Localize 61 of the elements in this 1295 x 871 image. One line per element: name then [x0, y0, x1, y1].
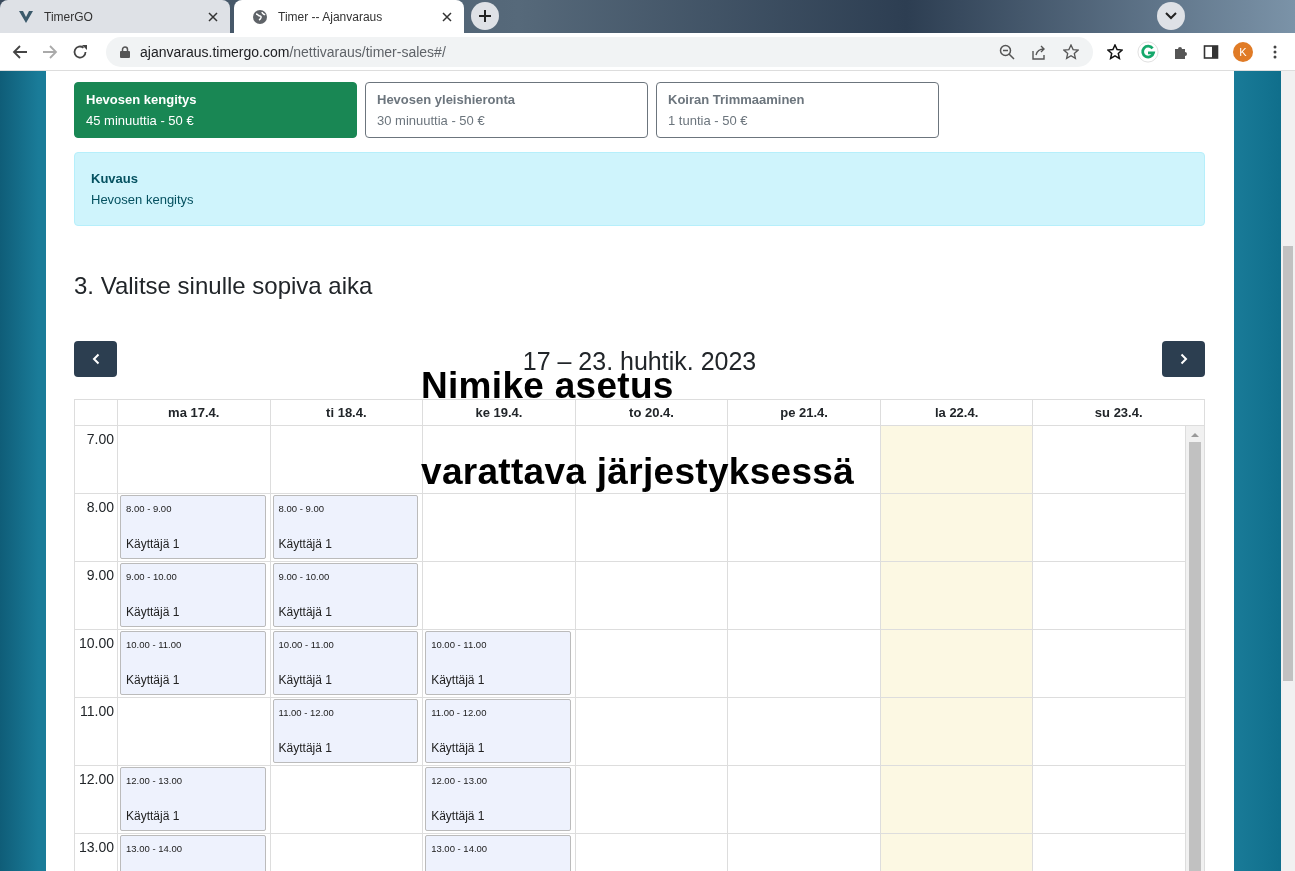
address-bar[interactable]: ajanvaraus.timergo.com/nettivaraus/timer-sales#/: [106, 36, 1093, 67]
time-label: 7.00: [75, 426, 118, 493]
booking-slot[interactable]: 13.00 - 14.00: [425, 835, 571, 871]
tab-search-button[interactable]: [1157, 2, 1185, 30]
service-card[interactable]: Hevosen yleishieronta 30 minuuttia - 50 €: [365, 82, 648, 138]
previous-button[interactable]: [74, 341, 117, 377]
time-label: 8.00: [75, 494, 118, 561]
star-icon[interactable]: [1063, 43, 1079, 60]
browser-tab[interactable]: TimerGO: [0, 0, 230, 33]
plus-icon: [479, 10, 491, 22]
scrollbar-drawing[interactable]: [1186, 426, 1204, 871]
chevron-right-icon: [1179, 353, 1188, 365]
v-logo-icon: [18, 8, 34, 25]
service-card[interactable]: Koiran Trimmaaminen 1 tuntia - 50 €: [656, 82, 939, 138]
page-scrollbar-drawing[interactable]: [1281, 71, 1295, 871]
booking-slot[interactable]: 11.00 - 12.00 Käyttäjä 1: [425, 699, 571, 763]
step-heading: 3. Valitse sinulle sopiva aika: [74, 271, 374, 301]
day-header: la 22.4.: [880, 400, 1034, 425]
booking-slot[interactable]: 8.00 - 9.00 Käyttäjä 1: [120, 495, 266, 559]
zoom-out-icon[interactable]: [999, 43, 1015, 60]
booking-slot[interactable]: 12.00 - 13.00 Käyttäjä 1: [120, 767, 266, 831]
share-icon[interactable]: [1031, 43, 1047, 60]
description-title: Kuvaus: [91, 171, 139, 186]
overlay-caption: varattava järjestyksessä: [421, 451, 855, 493]
booking-slot[interactable]: 11.00 - 12.00 Käyttäjä 1: [272, 699, 419, 763]
description-text: Hevosen kengitys: [91, 192, 195, 207]
url-text: ajanvaraus.timergo.com/nettivaraus/timer-sales#/: [140, 43, 446, 60]
globe-icon: [252, 8, 268, 25]
booking-slot[interactable]: 10.00 - 11.00 Käyttäjä 1: [425, 631, 571, 695]
time-label: 9.00: [75, 562, 118, 629]
day-header: pe 21.4.: [728, 400, 881, 425]
extension-g-icon[interactable]: [1137, 40, 1159, 63]
time-label: 13.00: [75, 834, 118, 871]
booking-slot[interactable]: 9.00 - 10.00 Käyttäjä 1: [120, 563, 266, 627]
back-arrow-icon[interactable]: [12, 43, 28, 60]
day-header: ma 17.4.: [118, 400, 271, 425]
next-button[interactable]: [1162, 341, 1205, 377]
booking-slot[interactable]: 10.00 - 11.00 Käyttäjä 1: [120, 631, 266, 695]
booking-slot[interactable]: 13.00 - 14.00: [120, 835, 266, 871]
booking-slot[interactable]: 8.00 - 9.00 Käyttäjä 1: [272, 495, 419, 559]
day-header: to 20.4.: [575, 400, 729, 425]
close-icon[interactable]: [208, 11, 218, 22]
lock-icon: [120, 45, 130, 58]
day-header: su 23.4.: [1093, 404, 1144, 422]
side-panel-icon[interactable]: [1203, 43, 1219, 60]
chevron-left-icon: [91, 353, 100, 365]
time-label: 12.00: [75, 766, 118, 833]
day-header: ke 19.4.: [423, 400, 576, 425]
booking-slot[interactable]: 12.00 - 13.00 Käyttäjä 1: [425, 767, 571, 831]
service-card[interactable]: Hevosen kengitys 45 minuuttia - 50 €: [74, 82, 357, 138]
chevron-down-icon: [1165, 12, 1177, 20]
time-label: 11.00: [75, 698, 118, 765]
day-header: ti 18.4.: [270, 400, 424, 425]
time-label: 10.00: [75, 630, 118, 697]
reload-icon[interactable]: [72, 43, 88, 60]
booking-slot[interactable]: 10.00 - 11.00 Käyttäjä 1: [272, 631, 419, 695]
star-icon[interactable]: [1107, 43, 1123, 60]
booking-slot[interactable]: 9.00 - 10.00 Käyttäjä 1: [272, 563, 419, 627]
close-icon[interactable]: [442, 11, 452, 22]
browser-tab[interactable]: Timer -- Ajanvaraus: [234, 0, 464, 33]
new-tab-button[interactable]: [471, 2, 499, 30]
